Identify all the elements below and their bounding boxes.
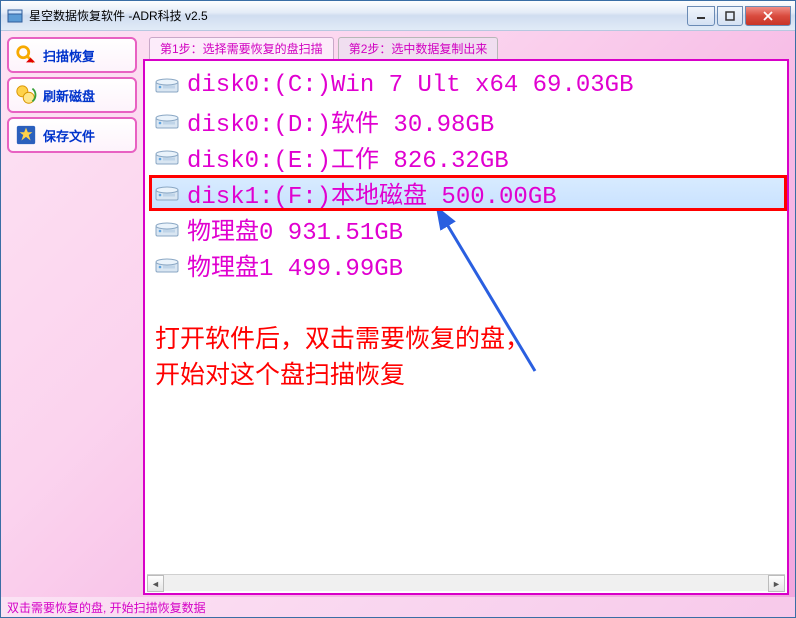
save-file-button[interactable]: 保存文件 bbox=[7, 117, 137, 153]
magnifier-arrow-icon bbox=[15, 44, 37, 66]
tab-strip: 第1步：选择需要恢复的盘扫描 第2步：选中数据复制出来 bbox=[143, 37, 789, 59]
horizontal-scrollbar[interactable]: ◄ ► bbox=[147, 574, 785, 591]
app-window: 星空数据恢复软件 -ADR科技 v2.5 扫描恢复 刷新磁盘 保存文件 bbox=[0, 0, 796, 618]
disk-row[interactable]: 物理盘0 931.51GB bbox=[149, 211, 787, 247]
instruction-annotation: 打开软件后，双击需要恢复的盘， 开始对这个盘扫描恢复 bbox=[155, 321, 530, 394]
disk-row[interactable]: disk1:(F:)本地磁盘 500.00GB bbox=[149, 175, 787, 211]
disk-list: disk0:(C:)Win 7 Ult x64 69.03GB disk0:(D:… bbox=[145, 61, 787, 283]
sidebar: 扫描恢复 刷新磁盘 保存文件 bbox=[7, 37, 137, 595]
disk-row[interactable]: disk0:(E:)工作 826.32GB bbox=[149, 139, 787, 175]
tab-step1[interactable]: 第1步：选择需要恢复的盘扫描 bbox=[149, 37, 334, 59]
window-title: 星空数据恢复软件 -ADR科技 v2.5 bbox=[29, 7, 685, 24]
scroll-right-button[interactable]: ► bbox=[768, 575, 785, 592]
app-icon bbox=[7, 8, 23, 24]
scan-recover-label: 扫描恢复 bbox=[43, 46, 95, 65]
drive-icon bbox=[155, 184, 179, 202]
disk-label: 物理盘1 499.99GB bbox=[187, 247, 403, 283]
main-row: 扫描恢复 刷新磁盘 保存文件 第1步：选择需要恢复的盘扫描 第2步：选中数据复制… bbox=[1, 31, 795, 597]
drive-icon bbox=[155, 112, 179, 130]
tab-step2[interactable]: 第2步：选中数据复制出来 bbox=[338, 37, 499, 59]
annotation-line2: 开始对这个盘扫描恢复 bbox=[155, 357, 530, 393]
disk-row[interactable]: disk0:(C:)Win 7 Ult x64 69.03GB bbox=[149, 67, 787, 103]
title-bar[interactable]: 星空数据恢复软件 -ADR科技 v2.5 bbox=[1, 1, 795, 31]
annotation-line1: 打开软件后，双击需要恢复的盘， bbox=[155, 321, 530, 357]
drive-icon bbox=[155, 256, 179, 274]
save-file-label: 保存文件 bbox=[43, 126, 95, 145]
window-controls bbox=[685, 6, 791, 26]
scan-recover-button[interactable]: 扫描恢复 bbox=[7, 37, 137, 73]
minimize-button[interactable] bbox=[687, 6, 715, 26]
refresh-disk-button[interactable]: 刷新磁盘 bbox=[7, 77, 137, 113]
scroll-track[interactable] bbox=[164, 575, 768, 591]
close-button[interactable] bbox=[745, 6, 791, 26]
maximize-button[interactable] bbox=[717, 6, 743, 26]
disk-label: disk0:(E:)工作 826.32GB bbox=[187, 139, 509, 175]
drive-icon bbox=[155, 220, 179, 238]
disk-label: 物理盘0 931.51GB bbox=[187, 211, 403, 247]
disk-label: disk0:(D:)软件 30.98GB bbox=[187, 103, 494, 139]
scroll-left-button[interactable]: ◄ bbox=[147, 575, 164, 592]
disk-row[interactable]: 物理盘1 499.99GB bbox=[149, 247, 787, 283]
disk-row[interactable]: disk0:(D:)软件 30.98GB bbox=[149, 103, 787, 139]
drive-icon bbox=[155, 76, 179, 94]
disk-label: disk1:(F:)本地磁盘 500.00GB bbox=[187, 175, 557, 211]
refresh-disk-label: 刷新磁盘 bbox=[43, 86, 95, 105]
disk-label: disk0:(C:)Win 7 Ult x64 69.03GB bbox=[187, 72, 633, 99]
drive-icon bbox=[155, 148, 179, 166]
status-bar: 双击需要恢复的盘, 开始扫描恢复数据 bbox=[1, 597, 795, 617]
disk-panel: disk0:(C:)Win 7 Ult x64 69.03GB disk0:(D:… bbox=[143, 59, 789, 595]
save-icon bbox=[15, 124, 37, 146]
right-pane: 第1步：选择需要恢复的盘扫描 第2步：选中数据复制出来 disk0:(C:)Wi… bbox=[143, 37, 789, 595]
refresh-icon bbox=[15, 84, 37, 106]
client-area: 扫描恢复 刷新磁盘 保存文件 第1步：选择需要恢复的盘扫描 第2步：选中数据复制… bbox=[1, 31, 795, 617]
